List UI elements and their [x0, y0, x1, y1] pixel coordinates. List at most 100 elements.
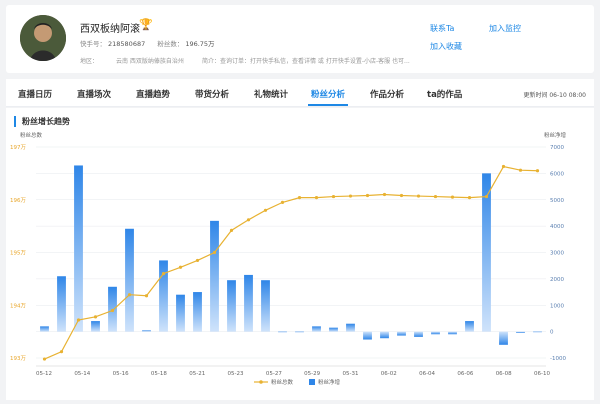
- x-tick-label: 05-14: [74, 371, 90, 377]
- bio-label: 简介：: [202, 58, 221, 65]
- tab-their-works[interactable]: ta的作品: [427, 88, 462, 100]
- point-fans-total: [246, 218, 251, 222]
- bio-value: 查询订单：打开快手私信，查看详情 或 打开快手设置-小店-客服 也可...: [220, 58, 410, 65]
- point-fans-total: [450, 195, 455, 199]
- x-tick-label: 05-21: [189, 371, 205, 377]
- point-fans-total: [467, 196, 472, 200]
- bar-fans-net: [431, 331, 440, 335]
- bar-fans-net: [40, 326, 49, 332]
- y-left-tick-label: 195万: [10, 250, 26, 257]
- profile-name: 西双板纳阿滚: [80, 24, 140, 35]
- region-label: 地区：: [80, 58, 99, 65]
- bar-fans-net: [448, 331, 457, 335]
- legend-line-marker: [259, 380, 263, 384]
- bar-fans-net: [363, 331, 372, 340]
- y-right-tick-label: 3000: [550, 251, 564, 257]
- fans-label: 粉丝数：: [157, 40, 184, 48]
- y-right-tick-label: 1000: [550, 303, 564, 309]
- point-fans-total: [178, 265, 183, 269]
- point-fans-total: [416, 194, 421, 198]
- y-right-tick-label: 7000: [550, 145, 564, 151]
- bar-fans-net: [176, 294, 185, 332]
- tab-live-sessions[interactable]: 直播场次: [77, 88, 111, 100]
- bar-fans-net: [533, 331, 542, 333]
- x-tick-label: 05-23: [228, 371, 244, 377]
- y-left-tick-label: 194万: [10, 302, 26, 309]
- bar-fans-net: [261, 280, 270, 332]
- tab-sales-analysis[interactable]: 带货分析: [195, 88, 229, 100]
- line-fans-total: [44, 165, 538, 360]
- point-fans-total: [212, 250, 217, 255]
- tab-works-analysis[interactable]: 作品分析: [370, 88, 404, 100]
- tab-live-calendar[interactable]: 直播日历: [18, 88, 52, 100]
- y-right-tick-label: 4000: [550, 224, 564, 230]
- bar-fans-net: [329, 327, 338, 332]
- x-tick-label: 06-04: [419, 371, 435, 377]
- point-fans-total: [399, 193, 404, 198]
- x-tick-label: 06-02: [381, 371, 397, 377]
- region-value: 云南 西双版纳傣族自治州: [116, 58, 184, 65]
- point-fans-total: [501, 164, 506, 169]
- y-right-tick-label: -1000: [550, 356, 566, 362]
- tab-fans-analysis[interactable]: 粉丝分析: [311, 88, 345, 100]
- bar-fans-net: [193, 292, 202, 332]
- bar-fans-net: [499, 331, 508, 345]
- point-fans-total: [348, 194, 353, 198]
- y-right-axis-title: 粉丝净增: [544, 131, 566, 139]
- add-monitor-button[interactable]: 加入监控: [489, 23, 521, 34]
- y-right-tick-label: 0: [550, 330, 554, 336]
- point-fans-total: [161, 272, 166, 276]
- x-tick-label: 05-27: [266, 371, 282, 377]
- avatar[interactable]: [20, 15, 66, 61]
- bar-fans-net: [346, 323, 355, 332]
- bar-fans-net: [142, 330, 151, 332]
- tab-gift-stats[interactable]: 礼物统计: [254, 88, 288, 100]
- tab-live-trend[interactable]: 直播趋势: [136, 88, 170, 100]
- profile-card: 西双板纳阿滚 🏆 快手号： 218580687 粉丝数： 196.75万 地区： 云…: [6, 5, 594, 73]
- point-fans-total: [59, 350, 64, 354]
- bar-fans-net: [227, 280, 236, 332]
- x-tick-label: 06-10: [534, 371, 550, 377]
- bar-fans-net: [397, 331, 406, 336]
- y-right-tick-label: 6000: [550, 171, 564, 177]
- fans-count: 196.75万: [185, 40, 215, 48]
- profile-stats: 快手号： 218580687 粉丝数： 196.75万: [80, 38, 225, 48]
- bar-fans-net: [312, 326, 321, 332]
- y-left-tick-label: 193万: [10, 355, 26, 362]
- fans-trend-chart: 7000 6000 5000 4000 3000 2000 1000 0 -1000 197万 19…: [10, 131, 566, 386]
- y-left-tick-label: 197万: [10, 144, 26, 151]
- point-fans-total: [518, 168, 523, 172]
- y-left-axis-title: 粉丝总数: [20, 131, 43, 139]
- contact-button[interactable]: 联系Ta: [430, 23, 454, 34]
- bar-fans-net: [57, 276, 66, 332]
- legend-label-fans-total: 粉丝总数: [271, 378, 294, 386]
- kuaishou-id-label: 快手号：: [80, 40, 106, 48]
- point-fans-total: [535, 169, 540, 173]
- point-fans-total: [382, 192, 387, 197]
- point-fans-total: [433, 194, 438, 199]
- x-tick-label: 06-06: [457, 371, 473, 377]
- bar-fans-net: [159, 260, 168, 332]
- tab-bar: 直播日历 直播场次 直播趋势 带货分析 礼物统计 粉丝分析 作品分析 ta的作品…: [6, 79, 594, 107]
- y-left-tick-label: 196万: [10, 197, 26, 204]
- point-fans-total: [365, 193, 370, 198]
- point-fans-total: [331, 194, 336, 199]
- point-fans-total: [76, 318, 81, 322]
- y-right-tick-label: 2000: [550, 277, 564, 283]
- bar-fans-net: [465, 321, 474, 332]
- bar-fans-net: [516, 331, 525, 333]
- point-fans-total: [484, 194, 489, 199]
- bar-fans-net: [295, 331, 304, 333]
- active-tab-indicator: [308, 104, 348, 106]
- add-favorite-button[interactable]: 加入收藏: [430, 41, 462, 52]
- x-tick-label: 05-12: [36, 371, 52, 377]
- x-tick-label: 05-18: [151, 371, 167, 377]
- legend-label-fans-net: 粉丝净增: [318, 378, 340, 386]
- kuaishou-id: 218580687: [108, 40, 146, 48]
- x-tick-label: 05-29: [304, 371, 320, 377]
- point-fans-total: [280, 200, 285, 204]
- bar-fans-net: [278, 331, 287, 333]
- bar-fans-net: [91, 321, 100, 332]
- point-fans-total: [127, 293, 132, 297]
- x-tick-label: 05-31: [342, 371, 358, 377]
